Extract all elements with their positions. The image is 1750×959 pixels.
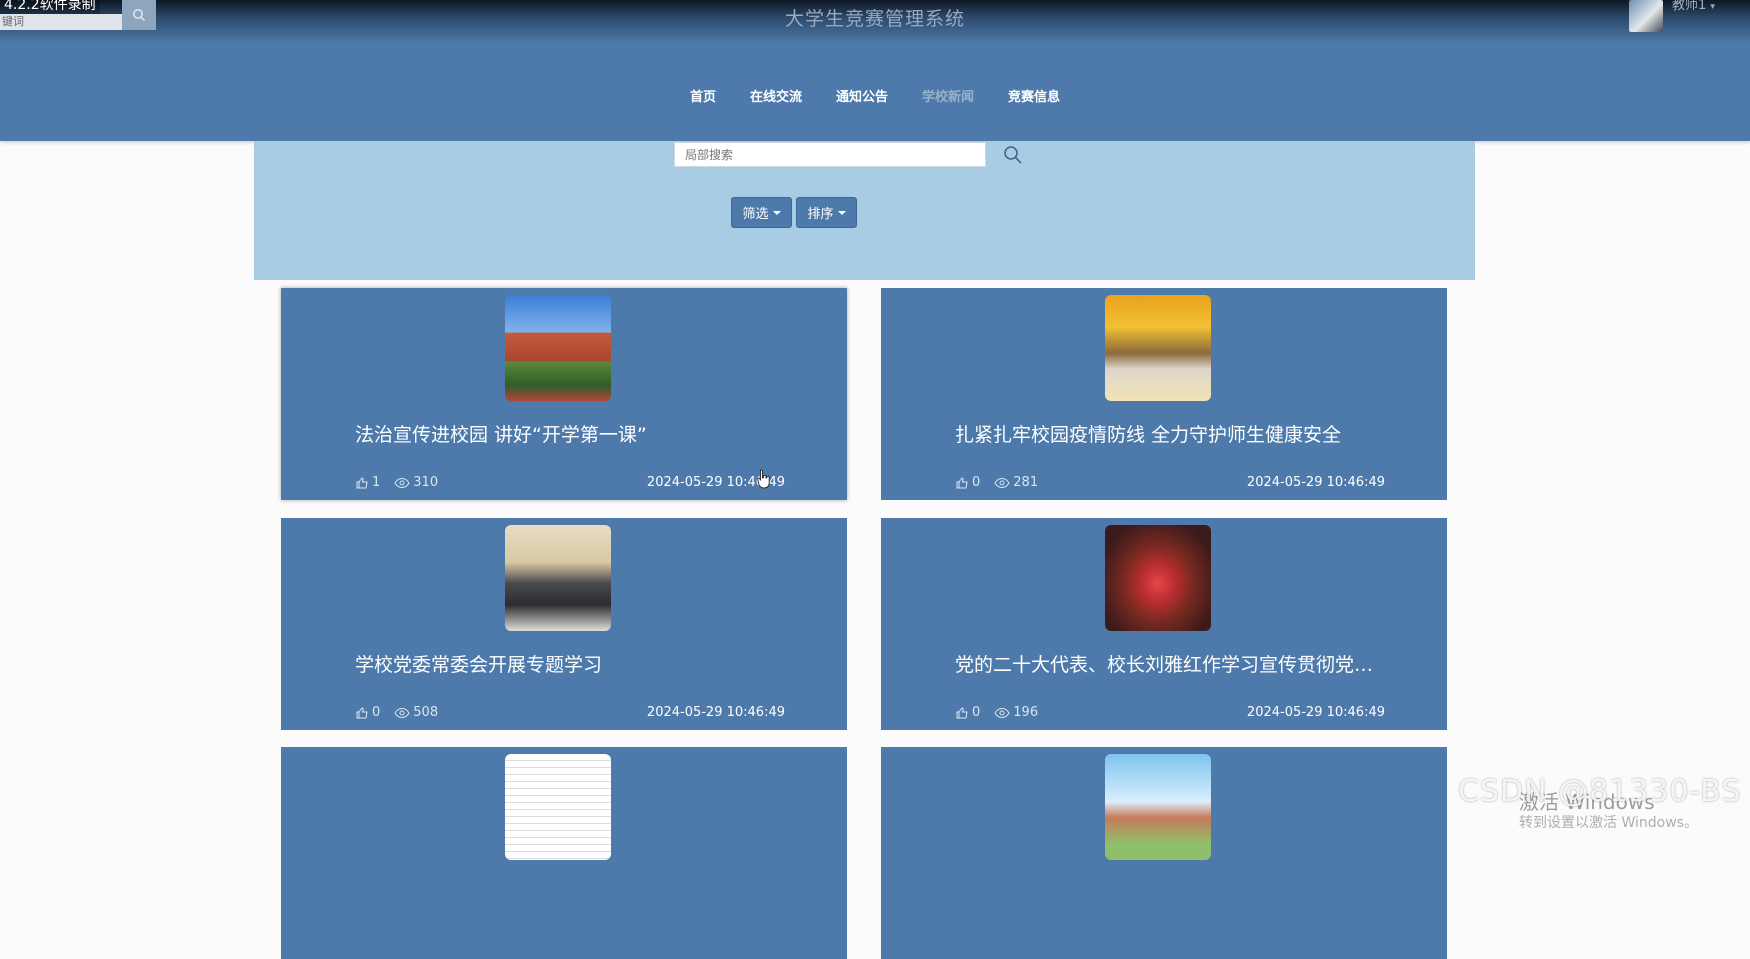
thumbs-up-icon[interactable] <box>955 476 969 490</box>
view-count: 196 <box>1013 705 1039 720</box>
caret-down-icon <box>772 211 781 215</box>
like-count: 1 <box>372 475 381 490</box>
nav-item-school-news[interactable]: 学校新闻 <box>905 86 991 105</box>
sort-dropdown-button[interactable]: 排序 <box>796 197 857 228</box>
view-count: 310 <box>413 475 439 490</box>
chevron-down-icon: ▾ <box>1710 2 1715 12</box>
like-count: 0 <box>972 705 981 720</box>
news-title[interactable]: 法治宣传进校园 讲好“开学第一课” <box>355 420 785 447</box>
nav-menu: 首页 在线交流 通知公告 学校新闻 竞赛信息 <box>0 86 1750 105</box>
nav-item-home[interactable]: 首页 <box>673 86 733 105</box>
eye-icon <box>994 707 1010 718</box>
news-title[interactable]: 党的二十大代表、校长刘雅红作学习宣传贯彻党的… <box>955 650 1385 677</box>
sort-button-label: 排序 <box>807 207 834 222</box>
news-meta: 0 196 <box>955 705 1052 720</box>
news-meta: 0 508 <box>355 705 452 720</box>
nav-item-notices[interactable]: 通知公告 <box>819 86 905 105</box>
user-avatar[interactable] <box>1629 0 1663 32</box>
thumbs-up-icon[interactable] <box>955 706 969 720</box>
news-date: 2024-05-29 10:46:49 <box>646 705 785 720</box>
eye-icon <box>394 707 410 718</box>
filter-dropdown-button[interactable]: 筛选 <box>731 197 792 228</box>
news-thumbnail[interactable] <box>1105 754 1211 860</box>
search-icon <box>1004 146 1022 164</box>
news-meta: 1 310 <box>355 475 452 490</box>
news-thumbnail[interactable] <box>505 525 611 631</box>
windows-activation-hint: 转到设置以激活 Windows。 <box>1519 815 1698 831</box>
news-card[interactable] <box>281 747 847 959</box>
like-count: 0 <box>972 475 981 490</box>
filter-button-label: 筛选 <box>742 207 769 222</box>
eye-icon <box>994 477 1010 488</box>
csdn-watermark: CSDN @81330-BS <box>1458 774 1742 809</box>
news-card[interactable] <box>881 747 1447 959</box>
news-date: 2024-05-29 10:46:49 <box>1246 475 1385 490</box>
news-thumbnail[interactable] <box>505 295 611 401</box>
search-button[interactable] <box>1003 145 1025 167</box>
news-thumbnail[interactable] <box>505 754 611 860</box>
view-count: 281 <box>1013 475 1039 490</box>
main-navbar: 首页 在线交流 通知公告 学校新闻 竞赛信息 <box>0 44 1750 141</box>
nav-item-online-chat[interactable]: 在线交流 <box>733 86 819 105</box>
news-card[interactable]: 党的二十大代表、校长刘雅红作学习宣传贯彻党的… 0 196 2024-05-29… <box>881 518 1447 730</box>
news-card[interactable]: 扎紧扎牢校园疫情防线 全力守护师生健康安全 0 281 2024-05-29 1… <box>881 288 1447 500</box>
hand-cursor-icon <box>757 469 770 489</box>
site-title: 大学生竞赛管理系统 <box>784 8 965 30</box>
caret-down-icon <box>837 211 846 215</box>
eye-icon <box>394 477 410 488</box>
thumbs-up-icon[interactable] <box>355 706 369 720</box>
filter-panel: 筛选 排序 <box>254 141 1475 280</box>
user-name[interactable]: 教师1 ▾ <box>1672 0 1715 13</box>
news-date: 2024-05-29 10:46:49 <box>1246 705 1385 720</box>
nav-item-competitions[interactable]: 竞赛信息 <box>991 86 1077 105</box>
news-title[interactable]: 学校党委常委会开展专题学习 <box>355 650 785 677</box>
local-search-input[interactable] <box>674 142 986 167</box>
news-thumbnail[interactable] <box>1105 525 1211 631</box>
like-count: 0 <box>372 705 381 720</box>
thumbs-up-icon[interactable] <box>355 476 369 490</box>
user-name-label: 教师1 <box>1672 0 1707 13</box>
news-thumbnail[interactable] <box>1105 295 1211 401</box>
news-meta: 0 281 <box>955 475 1052 490</box>
top-bar: 键词 4.2.2软件录制 大学生竞赛管理系统 教师1 ▾ <box>0 0 1750 44</box>
news-card[interactable]: 学校党委常委会开展专题学习 0 508 2024-05-29 10:46:49 <box>281 518 847 730</box>
news-title[interactable]: 扎紧扎牢校园疫情防线 全力守护师生健康安全 <box>955 420 1385 447</box>
view-count: 508 <box>413 705 439 720</box>
